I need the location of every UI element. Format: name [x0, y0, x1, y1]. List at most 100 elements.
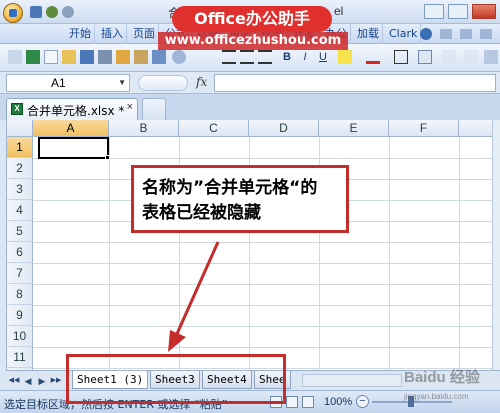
document-tab-title: 合并单元格.xlsx *	[27, 104, 125, 118]
tab-clark[interactable]: Clark	[386, 24, 422, 44]
italic-button[interactable]: I	[298, 50, 312, 64]
row-header-5[interactable]: 5	[7, 221, 33, 242]
column-header-f[interactable]: F	[389, 120, 459, 137]
row-header-8[interactable]: 8	[7, 284, 33, 305]
excel-icon[interactable]	[26, 50, 40, 64]
prev-sheet-icon[interactable]: ◀	[22, 374, 34, 388]
gridline	[33, 326, 492, 327]
row-header-10[interactable]: 10	[7, 326, 33, 347]
fill-color-icon[interactable]	[338, 50, 352, 64]
active-cell-a1[interactable]	[38, 137, 109, 159]
callout-line-1: 名称为”合并单元格“的	[142, 178, 318, 198]
ribbon-close-icon[interactable]	[480, 29, 492, 39]
borders-icon[interactable]	[394, 50, 408, 64]
row-header-9[interactable]: 9	[7, 305, 33, 326]
close-icon[interactable]: ×	[127, 101, 133, 113]
column-header-e[interactable]: E	[319, 120, 389, 137]
first-sheet-icon[interactable]: ◀◀	[8, 374, 20, 388]
column-header-b[interactable]: B	[109, 120, 179, 137]
percent-icon[interactable]	[442, 50, 456, 64]
document-tab[interactable]: X 合并单元格.xlsx * ×	[6, 98, 138, 120]
undo-icon[interactable]	[46, 6, 58, 18]
document-tab-bar: X 合并单元格.xlsx * ×	[0, 94, 500, 120]
column-header-c[interactable]: C	[179, 120, 249, 137]
row-header-3[interactable]: 3	[7, 179, 33, 200]
page-break-view-icon[interactable]	[302, 396, 314, 408]
row-header-4[interactable]: 4	[7, 200, 33, 221]
align-center-icon[interactable]	[240, 50, 254, 64]
sheet-tabs-highlight	[66, 354, 286, 404]
fx-icon[interactable]: fx	[196, 75, 207, 89]
baidu-watermark-url: jingyan.baidu.com	[404, 392, 469, 401]
office-button[interactable]	[3, 3, 23, 23]
decimal-icon[interactable]	[464, 50, 478, 64]
align-left-icon[interactable]	[222, 50, 236, 64]
row-header-11[interactable]: 11	[7, 347, 33, 368]
spreadsheet-grid[interactable]: A B C D E F 1 2 3 4 5 6 7 8 9 10 11 12	[6, 120, 492, 370]
new-icon[interactable]	[44, 50, 58, 64]
select-all-corner[interactable]	[7, 120, 33, 137]
row-header-1[interactable]: 1	[7, 137, 33, 158]
cut-icon[interactable]	[8, 50, 22, 64]
format-painter-icon[interactable]	[116, 50, 130, 64]
page-layout-view-icon[interactable]	[286, 396, 298, 408]
last-sheet-icon[interactable]: ▶▶	[50, 374, 62, 388]
bold-button[interactable]: B	[280, 50, 294, 64]
print-icon[interactable]	[98, 50, 112, 64]
baidu-watermark: Baidu 经验	[404, 369, 480, 386]
gridline	[33, 305, 492, 306]
align-right-icon[interactable]	[258, 50, 272, 64]
row-header-2[interactable]: 2	[7, 158, 33, 179]
font-color-icon[interactable]	[366, 50, 380, 64]
gridline	[389, 137, 390, 370]
window-title-suffix: el	[334, 4, 344, 18]
underline-button[interactable]: U	[316, 50, 330, 64]
formula-bar: A1 ▼ fx	[0, 72, 500, 94]
gridline	[459, 137, 460, 370]
next-sheet-icon[interactable]: ▶	[36, 374, 48, 388]
row-header-7[interactable]: 7	[7, 263, 33, 284]
merge-icon[interactable]	[418, 50, 432, 64]
help-icon[interactable]	[420, 28, 432, 40]
name-box-value: A1	[51, 76, 66, 90]
gridline	[33, 347, 492, 348]
chevron-down-icon[interactable]: ▼	[118, 75, 126, 91]
more-icon[interactable]	[484, 50, 498, 64]
tab-home[interactable]: 开始	[66, 24, 95, 44]
gridline	[33, 263, 492, 264]
tab-insert[interactable]: 插入	[98, 24, 127, 44]
brand-banner: Office办公助手	[172, 6, 332, 32]
ribbon-minimize-icon[interactable]	[440, 29, 452, 39]
vertical-scrollbar[interactable]	[492, 120, 500, 370]
gridline	[109, 137, 110, 370]
site-watermark: www.officezhushou.com	[158, 32, 348, 50]
row-header-6[interactable]: 6	[7, 242, 33, 263]
callout-text: 名称为”合并单元格“的 表格已经被隐藏	[142, 176, 317, 226]
column-header-d[interactable]: D	[249, 120, 319, 137]
ribbon-restore-icon[interactable]	[460, 29, 472, 39]
column-header-g[interactable]	[459, 120, 492, 137]
callout-line-2: 表格已经被隐藏	[142, 203, 261, 223]
gridline	[33, 242, 492, 243]
redo-icon[interactable]	[62, 6, 74, 18]
undo-toolbar-icon[interactable]	[172, 50, 186, 64]
minimize-button[interactable]	[424, 4, 444, 19]
maximize-button[interactable]	[448, 4, 468, 19]
new-document-tab[interactable]	[142, 98, 166, 120]
close-window-button[interactable]	[472, 4, 496, 19]
save-icon[interactable]	[30, 6, 42, 18]
tab-addins[interactable]: 加载	[354, 24, 383, 44]
fill-handle[interactable]	[105, 155, 110, 160]
horizontal-scrollbar[interactable]	[302, 374, 402, 387]
open-icon[interactable]	[62, 50, 76, 64]
zoom-out-icon[interactable]: −	[356, 395, 369, 408]
name-box[interactable]: A1 ▼	[6, 74, 130, 92]
column-header-a[interactable]: A	[33, 120, 109, 137]
formula-input[interactable]	[214, 74, 496, 92]
save-toolbar-icon[interactable]	[80, 50, 94, 64]
excel-file-icon: X	[11, 103, 23, 115]
zoom-level[interactable]: 100%	[324, 396, 352, 408]
sort-icon[interactable]	[152, 50, 166, 64]
paste-icon[interactable]	[134, 50, 148, 64]
tab-page-layout[interactable]: 页面	[130, 24, 159, 44]
